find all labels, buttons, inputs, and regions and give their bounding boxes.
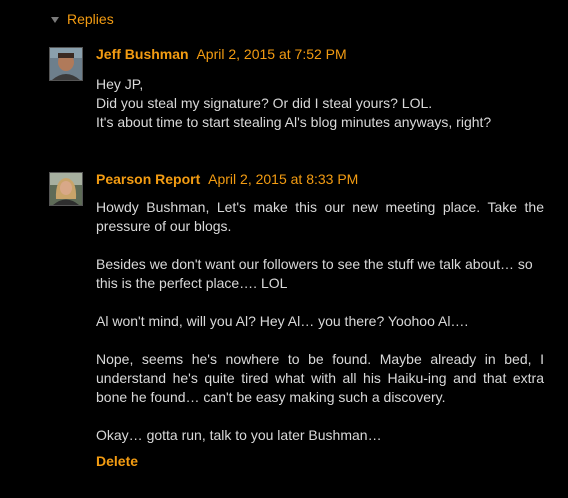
comment-body: Howdy Bushman, Let's make this our new m… <box>96 198 544 445</box>
avatar-photo-woman-icon <box>50 173 82 205</box>
comment-paragraph: Al won't mind, will you Al? Hey Al… you … <box>96 313 469 329</box>
comment-line: It's about time to start stealing Al's b… <box>96 114 492 130</box>
comment-header: Jeff Bushman April 2, 2015 at 7:52 PM <box>96 46 347 62</box>
author-link[interactable]: Jeff Bushman <box>96 46 189 62</box>
comment-paragraph: Besides we don't want our followers to s… <box>96 256 533 291</box>
avatar[interactable] <box>49 47 83 81</box>
avatar[interactable] <box>49 172 83 206</box>
timestamp-link[interactable]: April 2, 2015 at 7:52 PM <box>196 46 346 62</box>
comment-header: Pearson Report April 2, 2015 at 8:33 PM <box>96 171 358 187</box>
comment-body: Hey JP, Did you steal my signature? Or d… <box>96 75 544 132</box>
avatar-photo-man-icon <box>50 48 82 80</box>
comment-paragraph: Nope, seems he's nowhere to be found. Ma… <box>96 351 544 405</box>
delete-button[interactable]: Delete <box>96 453 138 469</box>
comment-paragraph: Howdy Bushman, Let's make this our new m… <box>96 199 544 234</box>
comment-paragraph: Okay… gotta run, talk to you later Bushm… <box>96 427 382 443</box>
replies-toggle[interactable]: Replies <box>51 11 114 27</box>
comment-line: Did you steal my signature? Or did I ste… <box>96 95 433 111</box>
comment-line: Hey JP, <box>96 76 144 92</box>
caret-down-icon <box>51 16 59 23</box>
author-link[interactable]: Pearson Report <box>96 171 200 187</box>
timestamp-link[interactable]: April 2, 2015 at 8:33 PM <box>208 171 358 187</box>
replies-label: Replies <box>67 11 114 27</box>
